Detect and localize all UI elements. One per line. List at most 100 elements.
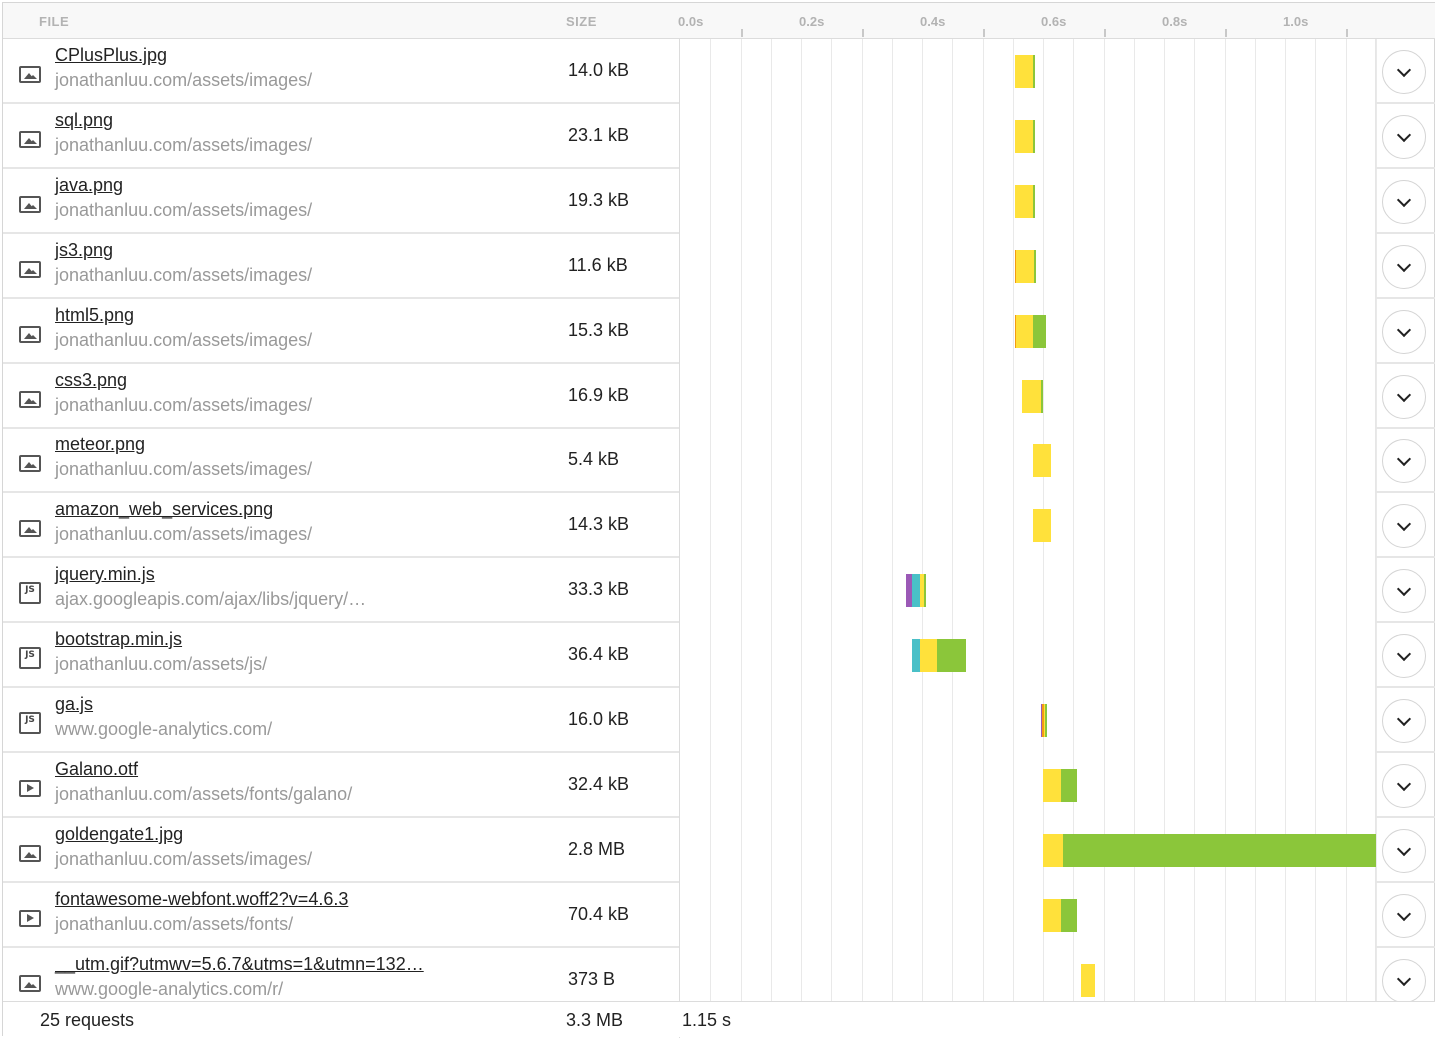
expand-row-button[interactable] — [1382, 375, 1426, 419]
file-path: jonathanluu.com/assets/images/ — [55, 849, 313, 869]
file-name-link[interactable]: goldengate1.jpg — [55, 824, 183, 845]
file-name-link[interactable]: __utm.gif?utmwv=5.6.7&utms=1&utmn=132… — [55, 954, 424, 975]
timeline-tick-mark — [740, 29, 743, 37]
timing-bar-receive[interactable] — [937, 639, 967, 672]
timing-bar-wait[interactable] — [919, 639, 938, 672]
timeline-tick-mark — [861, 29, 864, 37]
js-icon: JS — [19, 582, 41, 604]
file-name-link[interactable]: jquery.min.js — [55, 564, 155, 585]
timing-bar-wait[interactable] — [1014, 185, 1034, 218]
timeline-tick-label: 0.8s — [1162, 14, 1188, 29]
size-column-header[interactable]: SIZE — [566, 14, 597, 29]
file-column-header[interactable]: FILE — [39, 14, 69, 29]
timing-bar-receive[interactable] — [1033, 120, 1036, 153]
timeline-tick-label: 1.0s — [1283, 14, 1309, 29]
timing-bar-wait[interactable] — [1043, 769, 1062, 802]
expand-row-button[interactable] — [1382, 699, 1426, 743]
file-name-link[interactable]: Galano.otf — [55, 759, 138, 780]
file-path: jonathanluu.com/assets/images/ — [55, 459, 313, 479]
request-row[interactable]: amazon_web_services.png jonathanluu.com/a… — [3, 493, 1435, 557]
timing-bar-dns[interactable] — [912, 574, 920, 607]
request-row[interactable]: fontawesome-webfont.woff2?v=4.6.3 jonatha… — [3, 883, 1435, 947]
request-row[interactable]: meteor.png jonathanluu.com/assets/images/… — [3, 428, 1435, 492]
timing-bar-receive[interactable] — [924, 574, 927, 607]
timeline-tick-label: 0.0s — [678, 14, 704, 29]
file-path: jonathanluu.com/assets/images/ — [55, 200, 313, 220]
expand-row-button[interactable] — [1382, 894, 1426, 938]
timing-bar-wait[interactable] — [1014, 55, 1034, 88]
total-size: 3.3 MB — [566, 1010, 624, 1030]
request-row[interactable]: JS bootstrap.min.js jonathanluu.com/assets… — [3, 623, 1435, 687]
timing-bar-receive[interactable] — [1040, 380, 1043, 413]
timing-bar-receive[interactable] — [1061, 769, 1078, 802]
image-icon — [19, 66, 41, 83]
file-name-link[interactable]: html5.png — [55, 305, 134, 326]
file-path: ajax.googleapis.com/ajax/libs/jquery/… — [55, 589, 367, 609]
timing-bar-wait[interactable] — [1014, 120, 1034, 153]
expand-row-button[interactable] — [1382, 569, 1426, 613]
timing-bar-wait[interactable] — [1032, 509, 1051, 542]
expand-row-button[interactable] — [1382, 829, 1426, 873]
timing-bar-receive[interactable] — [1032, 315, 1046, 348]
request-row[interactable]: Galano.otf jonathanluu.com/assets/fonts/g… — [3, 753, 1435, 817]
file-path: www.google-analytics.com/ — [55, 719, 273, 739]
file-name-link[interactable]: sql.png — [55, 110, 113, 131]
file-path: jonathanluu.com/assets/images/ — [55, 265, 313, 285]
expand-row-button[interactable] — [1382, 245, 1426, 289]
image-icon — [19, 520, 41, 537]
request-row[interactable]: JS jquery.min.js ajax.googleapis.com/ajax/… — [3, 558, 1435, 622]
file-name-link[interactable]: ga.js — [55, 694, 93, 715]
timing-bar-wait[interactable] — [1022, 380, 1041, 413]
timing-bar-receive[interactable] — [1045, 704, 1048, 737]
timing-bar-receive[interactable] — [1033, 55, 1036, 88]
timing-bar-receive[interactable] — [1033, 185, 1036, 218]
file-name-link[interactable]: js3.png — [55, 240, 113, 261]
timeline-tick-mark — [1345, 29, 1348, 37]
request-row[interactable]: java.png jonathanluu.com/assets/images/19… — [3, 169, 1435, 233]
file-size: 11.6 kB — [568, 255, 628, 275]
file-name-link[interactable]: bootstrap.min.js — [55, 629, 182, 650]
timing-bar-receive[interactable] — [1061, 899, 1077, 932]
timing-bar-receive[interactable] — [1062, 834, 1376, 867]
file-name-link[interactable]: fontawesome-webfont.woff2?v=4.6.3 — [55, 889, 348, 910]
expand-row-button[interactable] — [1382, 180, 1426, 224]
file-size: 33.3 kB — [568, 579, 630, 599]
timing-bar-wait[interactable] — [1015, 315, 1033, 348]
summary-footer: 25 requests 3.3 MB 1.15 s — [3, 1001, 1435, 1037]
timing-bar-wait[interactable] — [1081, 964, 1096, 997]
expand-row-button[interactable] — [1382, 310, 1426, 354]
expand-row-button[interactable] — [1382, 959, 1426, 1003]
file-path: jonathanluu.com/assets/images/ — [55, 395, 313, 415]
file-name-link[interactable]: java.png — [55, 175, 123, 196]
expand-row-button[interactable] — [1382, 504, 1426, 548]
timing-bar-dns[interactable] — [911, 639, 920, 672]
timing-bar-blocked[interactable] — [905, 574, 913, 607]
expand-row-button[interactable] — [1382, 634, 1426, 678]
file-size: 14.0 kB — [568, 60, 630, 80]
request-row[interactable]: html5.png jonathanluu.com/assets/images/1… — [3, 299, 1435, 363]
file-path: jonathanluu.com/assets/js/ — [55, 654, 268, 674]
request-row[interactable]: goldengate1.jpg jonathanluu.com/assets/im… — [3, 818, 1435, 882]
expand-row-button[interactable] — [1382, 764, 1426, 808]
file-name-link[interactable]: meteor.png — [55, 434, 145, 455]
request-row[interactable]: CPlusPlus.jpg jonathanluu.com/assets/imag… — [3, 39, 1435, 103]
timing-bar-wait[interactable] — [1032, 444, 1051, 477]
request-row[interactable]: JS ga.js www.google-analytics.com/16.0 kB — [3, 688, 1435, 752]
timing-bar-wait[interactable] — [1015, 250, 1034, 283]
file-name-link[interactable]: amazon_web_services.png — [55, 499, 273, 520]
timing-bar-wait[interactable] — [1043, 899, 1062, 932]
file-name-link[interactable]: css3.png — [55, 370, 127, 391]
request-row[interactable]: js3.png jonathanluu.com/assets/images/11.… — [3, 234, 1435, 298]
timing-bar-wait[interactable] — [1043, 834, 1063, 867]
expand-row-button[interactable] — [1382, 115, 1426, 159]
file-name-link[interactable]: CPlusPlus.jpg — [55, 45, 167, 66]
image-icon — [19, 975, 41, 992]
js-icon: JS — [19, 712, 41, 734]
expand-row-button[interactable] — [1382, 50, 1426, 94]
request-row[interactable]: sql.png jonathanluu.com/assets/images/23.… — [3, 104, 1435, 168]
request-row[interactable]: css3.png jonathanluu.com/assets/images/16… — [3, 364, 1435, 428]
expand-row-button[interactable] — [1382, 439, 1426, 483]
timing-bar-receive[interactable] — [1033, 250, 1036, 283]
timeline-tick-mark — [1224, 29, 1227, 37]
waterfall-header: FILE SIZE 0.0s 0.2s 0.4s 0.6s 0.8s 1.0s — [3, 3, 1435, 39]
